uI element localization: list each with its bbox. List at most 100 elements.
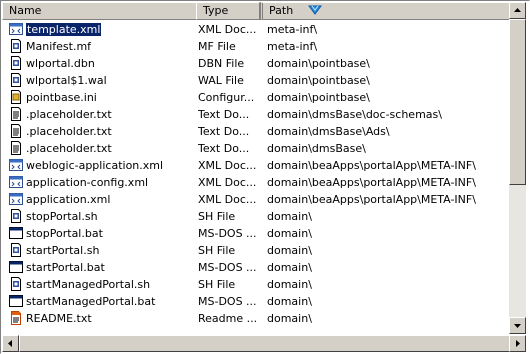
file-name: startPortal.bat bbox=[26, 259, 192, 276]
file-name-label: application.xml bbox=[26, 193, 111, 206]
column-header: Name Type Path bbox=[2, 2, 513, 20]
file-path: domain\ bbox=[267, 244, 312, 257]
file-type: Text Do... bbox=[198, 108, 250, 121]
file-name: wlportal.dbn bbox=[26, 55, 192, 72]
vertical-scroll-thumb[interactable] bbox=[509, 19, 526, 185]
file-type: Text Do... bbox=[198, 142, 250, 155]
file-name-label: .placeholder.txt bbox=[26, 125, 112, 138]
generic-file-icon bbox=[11, 39, 21, 53]
xml-file-icon bbox=[9, 159, 23, 171]
column-header-type-label: Type bbox=[203, 4, 229, 17]
list-item[interactable]: .placeholder.txt Text Do... domain\dmsBase… bbox=[2, 106, 509, 123]
file-name: startPortal.sh bbox=[26, 242, 192, 259]
text-file-icon bbox=[11, 141, 21, 155]
file-name: stopPortal.sh bbox=[26, 208, 192, 225]
vertical-scrollbar[interactable] bbox=[509, 2, 526, 334]
file-name-label: stopPortal.bat bbox=[26, 227, 103, 240]
file-name-label: .placeholder.txt bbox=[26, 108, 112, 121]
file-path: domain\pointbase\ bbox=[267, 74, 370, 87]
file-path: domain\pointbase\ bbox=[267, 91, 370, 104]
file-path: domain\ bbox=[267, 312, 312, 325]
scroll-right-button[interactable] bbox=[509, 335, 526, 352]
xml-file-icon bbox=[9, 23, 23, 35]
file-name: application-config.xml bbox=[26, 174, 192, 191]
list-item[interactable]: startPortal.bat MS-DOS ... domain\ bbox=[2, 259, 509, 276]
file-type: SH File bbox=[198, 210, 236, 223]
column-header-path-label: Path bbox=[269, 4, 294, 17]
file-path: domain\beaApps\portalApp\META-INF\ bbox=[267, 193, 476, 206]
arrow-up-icon bbox=[514, 8, 521, 12]
scroll-left-button[interactable] bbox=[2, 335, 19, 352]
horizontal-scroll-thumb[interactable] bbox=[19, 335, 511, 352]
file-name: pointbase.ini bbox=[26, 89, 192, 106]
list-item[interactable]: wlportal$1.wal WAL File domain\pointbase\ bbox=[2, 72, 509, 89]
list-item[interactable]: wlportal.dbn DBN File domain\pointbase\ bbox=[2, 55, 509, 72]
file-name: README.txt bbox=[26, 310, 192, 327]
file-path: domain\dmsBase\Ads\ bbox=[267, 125, 390, 138]
file-name-label: README.txt bbox=[26, 312, 92, 325]
file-path: meta-inf\ bbox=[267, 23, 318, 36]
xml-file-icon bbox=[9, 193, 23, 205]
file-name: .placeholder.txt bbox=[26, 140, 192, 157]
list-item[interactable]: Manifest.mf MF File meta-inf\ bbox=[2, 38, 509, 55]
file-name: weblogic-application.xml bbox=[26, 157, 192, 174]
file-name: application.xml bbox=[26, 191, 192, 208]
list-item[interactable]: template.xml XML Doc... meta-inf\ bbox=[2, 21, 509, 38]
scroll-up-button[interactable] bbox=[509, 2, 526, 19]
file-name-label: .placeholder.txt bbox=[26, 142, 112, 155]
file-type: XML Doc... bbox=[198, 193, 257, 206]
file-name-label: template.xml bbox=[26, 22, 103, 37]
sort-descending-icon bbox=[307, 5, 322, 15]
list-item[interactable]: application-config.xml XML Doc... domain\b… bbox=[2, 174, 509, 191]
file-rows: template.xml XML Doc... meta-inf\ Manifest.… bbox=[2, 21, 509, 349]
column-header-name[interactable]: Name bbox=[2, 2, 197, 20]
list-item[interactable]: application.xml XML Doc... domain\beaApps\… bbox=[2, 191, 509, 208]
column-header-name-label: Name bbox=[9, 4, 42, 17]
file-name-label: pointbase.ini bbox=[26, 91, 97, 104]
file-name: stopPortal.bat bbox=[26, 225, 192, 242]
list-item[interactable]: pointbase.ini Configur... domain\pointbase… bbox=[2, 89, 509, 106]
list-item[interactable]: .placeholder.txt Text Do... domain\dmsBase… bbox=[2, 140, 509, 157]
generic-file-icon bbox=[11, 56, 21, 70]
list-item[interactable]: startPortal.sh SH File domain\ bbox=[2, 242, 509, 259]
list-item[interactable]: startManagedPortal.bat MS-DOS ... domain\ bbox=[2, 293, 509, 310]
arrow-right-icon bbox=[516, 340, 520, 347]
file-type: MS-DOS ... bbox=[198, 261, 257, 274]
file-name: startManagedPortal.bat bbox=[26, 293, 192, 310]
list-item[interactable]: stopPortal.bat MS-DOS ... domain\ bbox=[2, 225, 509, 242]
file-type: SH File bbox=[198, 278, 236, 291]
generic-file-icon bbox=[11, 209, 21, 223]
file-name: template.xml bbox=[26, 21, 192, 38]
arrow-down-icon bbox=[514, 324, 521, 328]
file-path: meta-inf\ bbox=[267, 40, 318, 53]
file-name-label: Manifest.mf bbox=[26, 40, 92, 53]
generic-file-icon bbox=[11, 243, 21, 257]
file-path: domain\beaApps\portalApp\META-INF\ bbox=[267, 159, 476, 172]
file-name: .placeholder.txt bbox=[26, 106, 192, 123]
file-type: SH File bbox=[198, 244, 236, 257]
file-name-label: startPortal.sh bbox=[26, 244, 100, 257]
list-item[interactable]: stopPortal.sh SH File domain\ bbox=[2, 208, 509, 225]
scroll-down-button[interactable] bbox=[509, 317, 526, 334]
file-name-label: wlportal$1.wal bbox=[26, 74, 107, 87]
list-item[interactable]: README.txt Readme ... domain\ bbox=[2, 310, 509, 327]
generic-file-icon bbox=[11, 73, 21, 87]
arrow-left-icon bbox=[8, 340, 12, 347]
file-path: domain\dmsBase\ bbox=[267, 142, 366, 155]
readme-file-icon bbox=[11, 311, 21, 325]
list-item[interactable]: .placeholder.txt Text Do... domain\dmsBase… bbox=[2, 123, 509, 140]
text-file-icon bbox=[11, 124, 21, 138]
file-name-label: application-config.xml bbox=[26, 176, 149, 189]
column-header-path[interactable]: Path bbox=[260, 2, 513, 20]
file-name-label: weblogic-application.xml bbox=[26, 159, 164, 172]
file-type: Readme ... bbox=[198, 312, 258, 325]
horizontal-scrollbar[interactable] bbox=[2, 335, 526, 352]
batch-file-icon bbox=[9, 227, 23, 239]
list-item[interactable]: weblogic-application.xml XML Doc... domain… bbox=[2, 157, 509, 174]
list-item[interactable]: startManagedPortal.sh SH File domain\ bbox=[2, 276, 509, 293]
file-type: MS-DOS ... bbox=[198, 227, 257, 240]
file-name: wlportal$1.wal bbox=[26, 72, 192, 89]
column-header-type[interactable]: Type bbox=[196, 2, 260, 20]
file-name-label: wlportal.dbn bbox=[26, 57, 95, 70]
text-file-icon bbox=[11, 107, 21, 121]
